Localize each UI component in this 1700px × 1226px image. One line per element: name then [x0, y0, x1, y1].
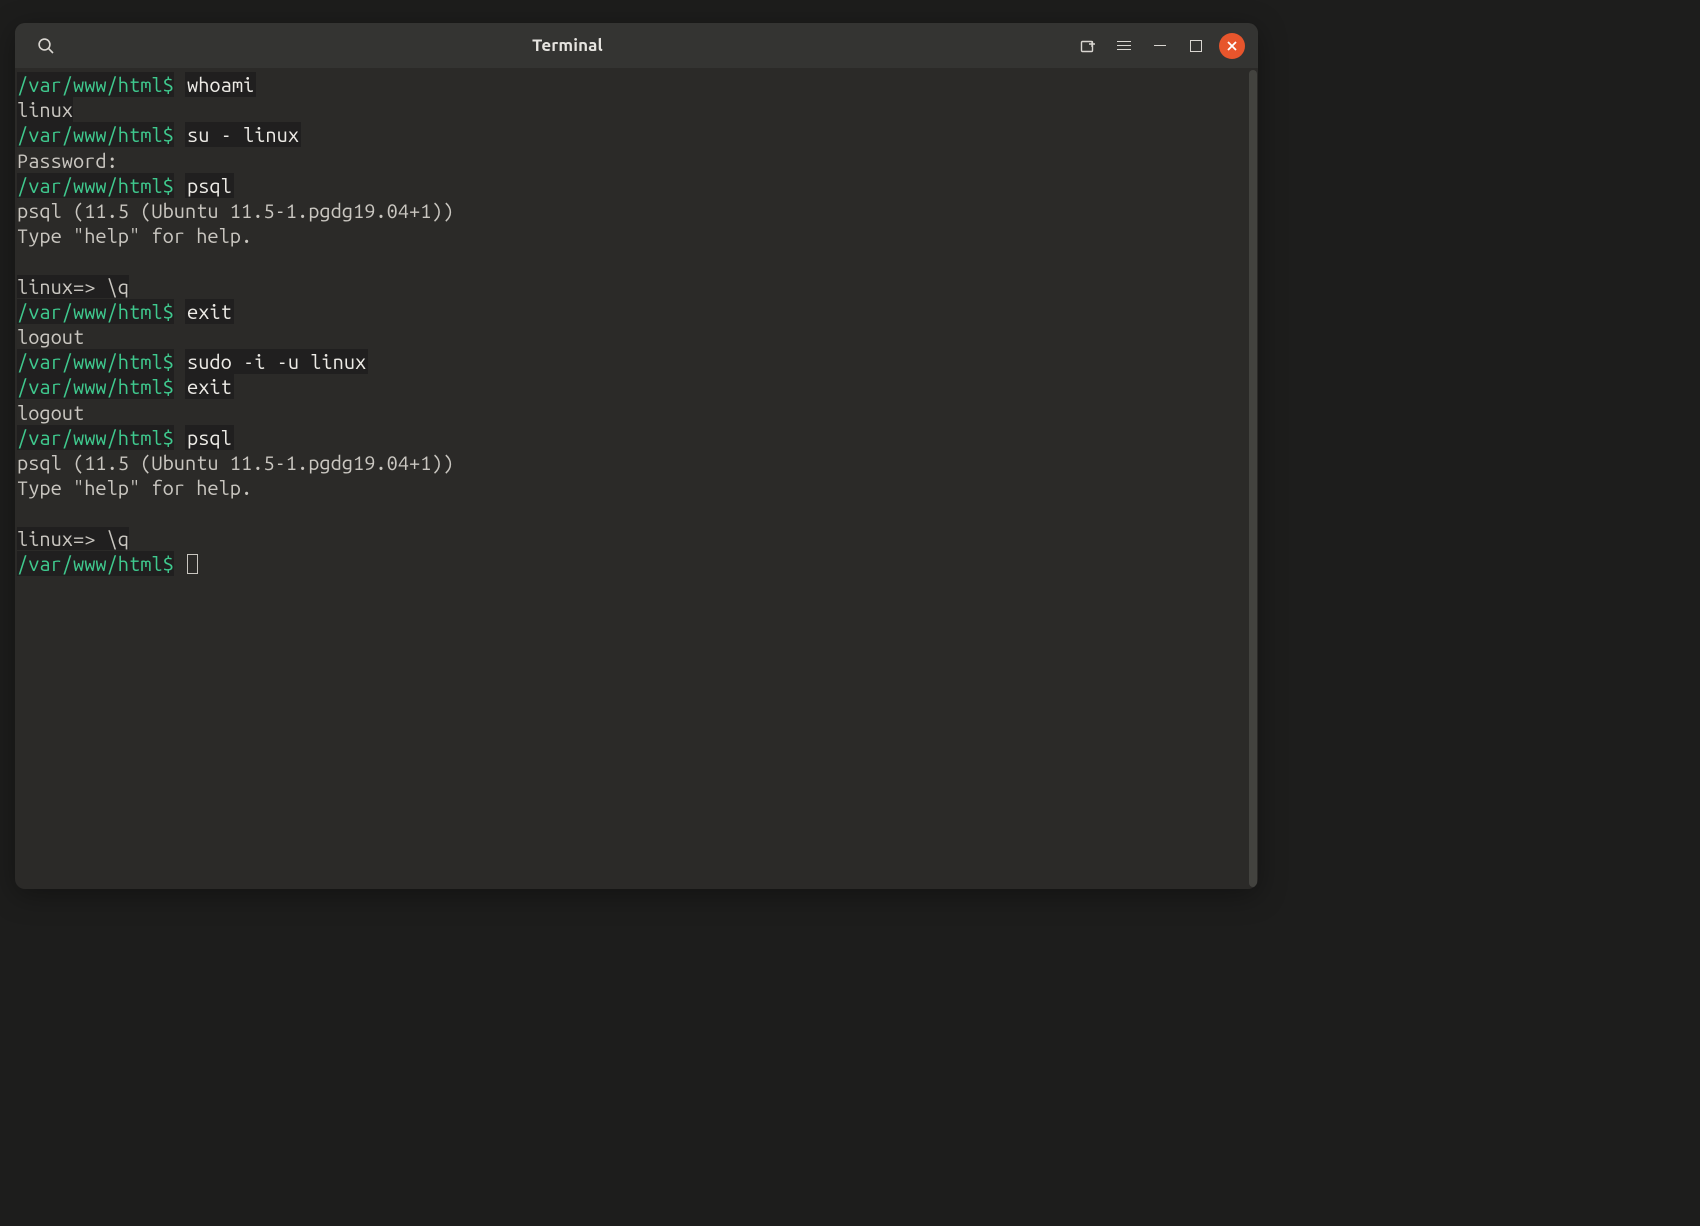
command-output: logout: [17, 401, 84, 424]
terminal-line: psql (11.5 (Ubuntu 11.5-1.pgdg19.04+1)): [17, 198, 1249, 223]
scrollbar-thumb[interactable]: [1249, 70, 1257, 887]
new-tab-icon: [1080, 38, 1096, 54]
command-output: psql (11.5 (Ubuntu 11.5-1.pgdg19.04+1)): [17, 451, 454, 474]
shell-command: psql: [185, 425, 234, 450]
terminal-line: logout: [17, 400, 1249, 425]
terminal-line: /var/www/html$ psql: [17, 425, 1249, 450]
command-output: logout: [17, 325, 84, 348]
hamburger-icon: [1117, 41, 1131, 50]
titlebar: Terminal: [15, 23, 1258, 68]
shell-command: sudo -i -u linux: [185, 349, 368, 374]
command-output: Type "help" for help.: [17, 476, 252, 499]
scrollbar[interactable]: [1249, 70, 1257, 887]
search-icon: [37, 37, 55, 55]
shell-command: su - linux: [185, 122, 301, 147]
minimize-button[interactable]: [1147, 33, 1173, 59]
shell-prompt: /var/www/html$: [17, 122, 174, 147]
shell-command: psql: [185, 173, 234, 198]
minimize-icon: [1154, 45, 1166, 46]
window-title: Terminal: [73, 36, 1062, 55]
close-icon: [1226, 40, 1238, 52]
terminal-line: linux=> \q: [17, 526, 1249, 551]
terminal-body[interactable]: /var/www/html$ whoamilinux/var/www/html$…: [15, 68, 1258, 889]
terminal-line: /var/www/html$ exit: [17, 299, 1249, 324]
shell-prompt: /var/www/html$: [17, 374, 174, 399]
terminal-line: /var/www/html$ sudo -i -u linux: [17, 349, 1249, 374]
shell-command: whoami: [185, 72, 256, 97]
command-output: Password:: [17, 149, 118, 172]
new-tab-button[interactable]: [1075, 33, 1101, 59]
terminal-window: Terminal: [15, 23, 1258, 889]
command-output: Type "help" for help.: [17, 224, 252, 247]
search-button[interactable]: [27, 27, 65, 65]
terminal-line: /var/www/html$: [17, 551, 1249, 576]
terminal-line: /var/www/html$ su - linux: [17, 122, 1249, 147]
terminal-line: linux: [17, 97, 1249, 122]
terminal-line: linux=> \q: [17, 274, 1249, 299]
terminal-line: psql (11.5 (Ubuntu 11.5-1.pgdg19.04+1)): [17, 450, 1249, 475]
terminal-line: /var/www/html$ psql: [17, 173, 1249, 198]
maximize-icon: [1190, 40, 1202, 52]
shell-prompt: /var/www/html$: [17, 425, 174, 450]
terminal-line: [17, 248, 1249, 273]
shell-prompt: /var/www/html$: [17, 299, 174, 324]
shell-prompt: /var/www/html$: [17, 551, 174, 576]
terminal-line: Type "help" for help.: [17, 475, 1249, 500]
command-output: linux: [17, 97, 73, 122]
shell-command: exit: [185, 374, 234, 399]
close-button[interactable]: [1219, 33, 1245, 59]
command-output: psql (11.5 (Ubuntu 11.5-1.pgdg19.04+1)): [17, 199, 454, 222]
terminal-line: /var/www/html$ whoami: [17, 72, 1249, 97]
terminal-output[interactable]: /var/www/html$ whoamilinux/var/www/html$…: [15, 68, 1249, 889]
shell-prompt: /var/www/html$: [17, 173, 174, 198]
cursor: [187, 554, 198, 574]
maximize-button[interactable]: [1183, 33, 1209, 59]
psql-prompt: linux=> \q: [17, 275, 129, 298]
shell-command: exit: [185, 299, 234, 324]
terminal-line: Type "help" for help.: [17, 223, 1249, 248]
terminal-line: /var/www/html$ exit: [17, 374, 1249, 399]
terminal-line: [17, 500, 1249, 525]
shell-prompt: /var/www/html$: [17, 349, 174, 374]
shell-prompt: /var/www/html$: [17, 72, 174, 97]
titlebar-right: [1070, 33, 1250, 59]
psql-prompt: linux=> \q: [17, 527, 129, 550]
terminal-line: logout: [17, 324, 1249, 349]
terminal-line: Password:: [17, 148, 1249, 173]
menu-button[interactable]: [1111, 33, 1137, 59]
